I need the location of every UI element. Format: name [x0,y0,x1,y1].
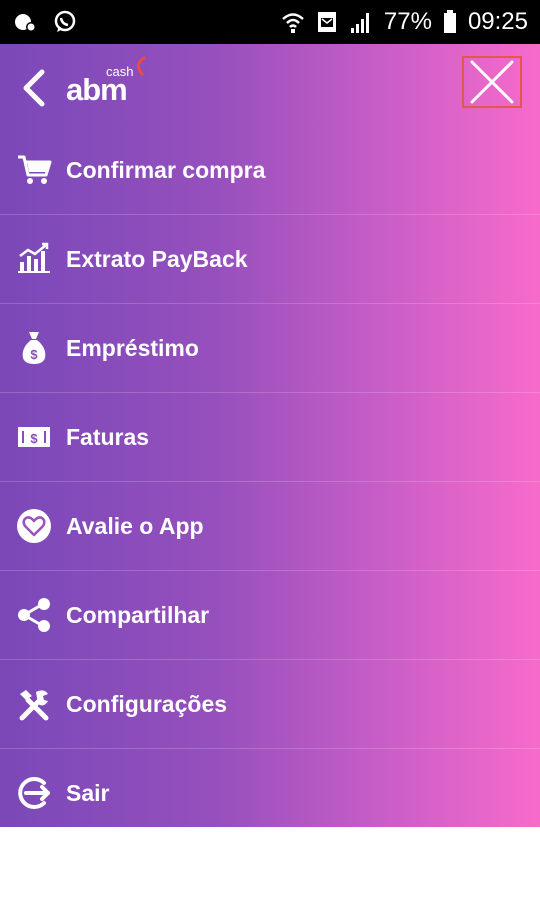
signal-icon [348,9,374,35]
menu-item-label: Configurações [66,690,228,717]
menu-item-emprestimo[interactable]: $ Empréstimo [0,304,540,393]
menu-item-label: Confirmar compra [66,156,266,183]
chart-icon [16,241,52,277]
battery-icon [442,9,458,35]
tools-icon [16,686,52,722]
invoice-icon: $ [16,419,52,455]
menu-item-label: Extrato PayBack [66,245,248,272]
menu-header: cash abm [0,44,540,126]
menu-item-extrato-payback[interactable]: Extrato PayBack [0,215,540,304]
battery-text: 77% [383,8,432,35]
menu-item-avalie-o-app[interactable]: Avalie o App [0,482,540,571]
side-menu: cash abm Confirmar compra Extrato PayBac… [0,44,540,827]
logo-text: abm [66,72,128,107]
svg-text:$: $ [30,347,38,362]
menu-item-faturas[interactable]: $ Faturas [0,393,540,482]
svg-text:$: $ [30,431,38,446]
logout-icon [16,775,52,811]
menu-item-label: Avalie o App [66,512,204,539]
heart-icon [16,508,52,544]
cart-icon [16,152,52,188]
whatsapp-icon [52,9,78,35]
status-bar: 77% 09:25 [0,0,540,44]
menu-item-configuracoes[interactable]: Configurações [0,660,540,749]
wifi-icon [280,9,306,35]
logo-swoosh-icon [137,56,146,76]
menu-item-compartilhar[interactable]: Compartilhar [0,571,540,660]
menu-item-label: Sair [66,779,110,806]
bug-icon [12,9,38,35]
back-arrow-icon[interactable] [20,68,48,108]
close-icon [470,60,514,104]
menu-item-label: Empréstimo [66,334,199,361]
sim-icon [316,9,338,35]
menu-item-label: Compartilhar [66,601,210,628]
share-icon [16,597,52,633]
clock: 09:25 [467,8,528,35]
close-button[interactable] [462,56,522,108]
menu-item-label: Faturas [66,423,150,450]
menu-item-confirmar-compra[interactable]: Confirmar compra [0,126,540,215]
menu-item-sair[interactable]: Sair [0,749,540,837]
logo: cash abm [66,56,156,116]
money-bag-icon: $ [16,330,52,366]
